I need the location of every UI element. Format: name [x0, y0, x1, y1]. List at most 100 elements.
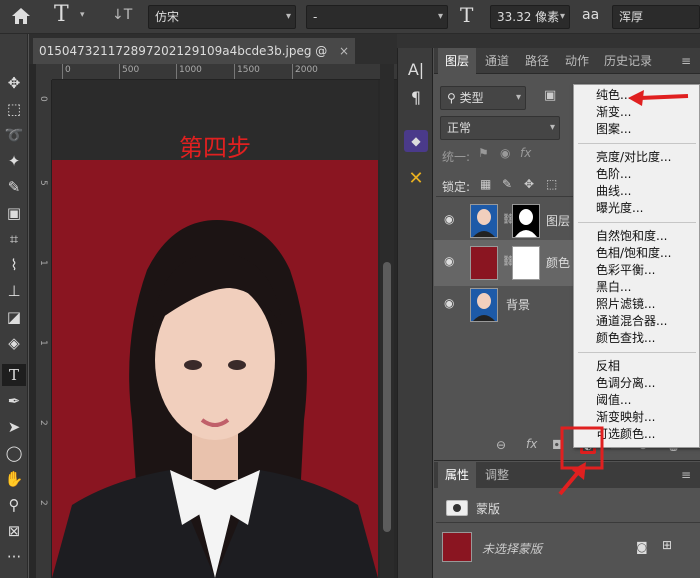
menu-item-selective-color[interactable]: 可选颜色... [574, 426, 699, 443]
image-filter-icon[interactable]: ▣ [544, 88, 556, 103]
menu-item-exposure[interactable]: 曝光度... [574, 200, 699, 217]
tab-actions[interactable]: 动作 [558, 48, 596, 74]
adjustment-menu: 纯色... 渐变... 图案... 亮度/对比度... 色阶... 曲线... … [573, 84, 700, 448]
tab-history[interactable]: 历史记录 [598, 48, 658, 74]
hand-tool-icon[interactable]: ✋ [2, 468, 26, 490]
lock-artboard-icon[interactable]: ⬚ [546, 177, 557, 191]
crop-tool-icon[interactable]: ⌗ [2, 228, 26, 250]
pixel-mask-icon[interactable]: ◙ [636, 540, 648, 554]
tab-channels[interactable]: 通道 [478, 48, 516, 74]
menu-item-color-balance[interactable]: 色彩平衡... [574, 262, 699, 279]
portrait-photo [52, 220, 378, 578]
type-tool-icon[interactable]: T [2, 364, 26, 386]
layer-name: 颜色 [546, 256, 571, 270]
layer-row-selected[interactable]: ◉ ⛓ 颜色 [434, 240, 584, 286]
stamp-tool-icon[interactable]: ⊥ [2, 280, 26, 302]
layer-thumbnail [470, 204, 498, 238]
move-tool-icon[interactable]: ✥ [2, 72, 26, 94]
layer-row[interactable]: ◉ 背景 [434, 282, 584, 328]
menu-item-color-lookup[interactable]: 颜色查找... [574, 330, 699, 347]
lasso-tool-icon[interactable]: ➰ [2, 124, 26, 146]
ruler-label: 1500 [234, 64, 260, 79]
link-icon[interactable]: ⊖ [496, 438, 506, 452]
visibility-eye-icon[interactable]: ◉ [444, 296, 454, 310]
paint-bucket-icon[interactable]: ◈ [2, 332, 26, 354]
font-size-field[interactable]: 33.32 像素 ▾ [490, 5, 570, 29]
anti-alias-select[interactable]: 浑厚 [612, 5, 700, 29]
ruler-vertical: 0 5 1 1 2 2 [36, 80, 52, 578]
tab-adjustments[interactable]: 调整 [478, 462, 516, 488]
eraser-panel-icon[interactable]: ◆ [404, 130, 428, 152]
layer-row[interactable]: ◉ ⛓ 图层 [434, 198, 584, 244]
font-style-value: - [313, 10, 318, 24]
menu-item-levels[interactable]: 色阶... [574, 166, 699, 183]
eyedropper-icon[interactable]: ✎ [2, 176, 26, 198]
frame-tool-icon[interactable]: ▣ [2, 202, 26, 224]
menu-item-pattern[interactable]: 图案... [574, 121, 699, 138]
artboard-icon[interactable]: ⊠ [2, 520, 26, 542]
ellipse-tool-icon[interactable]: ◯ [2, 442, 26, 464]
home-icon[interactable] [8, 6, 34, 28]
brush-tool-icon[interactable]: ⌇ [2, 254, 26, 276]
options-bar: T ▾ ↓T 仿宋 ▾ - ▾ T 33.32 像素 ▾ aa 浑厚 [0, 0, 700, 34]
text-tool-icon[interactable]: T [54, 2, 69, 27]
ruler-label: 0 [62, 64, 71, 79]
menu-item-vibrance[interactable]: 自然饱和度... [574, 228, 699, 245]
magic-wand-icon[interactable]: ✦ [2, 150, 26, 172]
font-family-select[interactable]: 仿宋 ▾ [148, 5, 296, 29]
chevron-down-icon: ▾ [437, 11, 443, 22]
tools-panel: ✥ ⬚ ➰ ✦ ✎ ▣ ⌗ ⌇ ⊥ ◪ ◈ T ✒ ➤ ◯ ✋ ⚲ ⊠ ··· [0, 34, 28, 578]
panel-menu-icon[interactable]: ≡ [676, 48, 696, 74]
lock-transparent-icon[interactable]: ▦ [480, 177, 491, 191]
menu-item-solid-color[interactable]: 纯色... [574, 87, 699, 104]
canvas[interactable]: 第四步 [52, 80, 378, 578]
visibility-eye-icon[interactable]: ◉ [444, 254, 454, 268]
menu-item-gradient[interactable]: 渐变... [574, 104, 699, 121]
tools-panel-icon[interactable]: ✕ [404, 168, 428, 189]
tab-properties[interactable]: 属性 [438, 462, 476, 488]
scrollbar-thumb[interactable] [383, 262, 391, 532]
menu-item-invert[interactable]: 反相 [574, 358, 699, 375]
menu-item-brightness-contrast[interactable]: 亮度/对比度... [574, 149, 699, 166]
ruler-label: 1000 [176, 64, 202, 79]
fx-icon[interactable]: fx [526, 437, 537, 451]
menu-item-hue-saturation[interactable]: 色相/饱和度... [574, 245, 699, 262]
menu-item-posterize[interactable]: 色调分离... [574, 375, 699, 392]
close-icon[interactable]: × [339, 38, 349, 64]
font-size-value: 33.32 像素 [497, 10, 560, 24]
marquee-tool-icon[interactable]: ⬚ [2, 98, 26, 120]
menu-item-black-white[interactable]: 黑白... [574, 279, 699, 296]
menu-item-photo-filter[interactable]: 照片滤镜... [574, 296, 699, 313]
lock-pixels-icon[interactable]: ✎ [502, 177, 512, 191]
vector-mask-icon[interactable]: ⊞ [662, 538, 672, 552]
anti-alias-icon: aa [582, 7, 600, 23]
layer-filter-select[interactable]: ⚲ 类型 ▾ [440, 86, 526, 110]
panel-header-strip [397, 34, 700, 48]
pen-tool-icon[interactable]: ✒ [2, 390, 26, 412]
blend-mode-select[interactable]: 正常 ▾ [440, 116, 560, 140]
menu-item-gradient-map[interactable]: 渐变映射... [574, 409, 699, 426]
document-tab[interactable]: 015047321172897202129109a4bcde3b.jpeg @ … [33, 38, 355, 84]
text-orientation-icon[interactable]: ↓T [112, 7, 132, 23]
eraser-icon[interactable]: ◪ [2, 306, 26, 328]
font-style-select[interactable]: - ▾ [306, 5, 448, 29]
tab-paths[interactable]: 路径 [518, 48, 556, 74]
zoom-tool-icon[interactable]: ⚲ [2, 494, 26, 516]
panel-menu-icon[interactable]: ≡ [676, 462, 696, 488]
menu-item-threshold[interactable]: 阈值... [574, 392, 699, 409]
path-select-icon[interactable]: ➤ [2, 416, 26, 438]
unify-visibility-icon[interactable]: ◉ [500, 146, 510, 160]
mask-icon[interactable]: ◘ [552, 438, 562, 452]
menu-item-curves[interactable]: 曲线... [574, 183, 699, 200]
tab-layers[interactable]: 图层 [438, 48, 476, 74]
lock-position-icon[interactable]: ✥ [524, 177, 534, 191]
more-tools-icon[interactable]: ··· [2, 546, 26, 568]
visibility-eye-icon[interactable]: ◉ [444, 212, 454, 226]
chevron-down-icon[interactable]: ▾ [80, 10, 85, 20]
unify-position-icon[interactable]: ⚑ [478, 146, 489, 160]
menu-item-channel-mixer[interactable]: 通道混合器... [574, 313, 699, 330]
layer-thumbnail [470, 246, 498, 280]
unify-style-icon[interactable]: fx [520, 146, 531, 160]
character-panel-icon[interactable]: A| [404, 60, 428, 79]
paragraph-panel-icon[interactable]: ¶ [404, 88, 428, 107]
